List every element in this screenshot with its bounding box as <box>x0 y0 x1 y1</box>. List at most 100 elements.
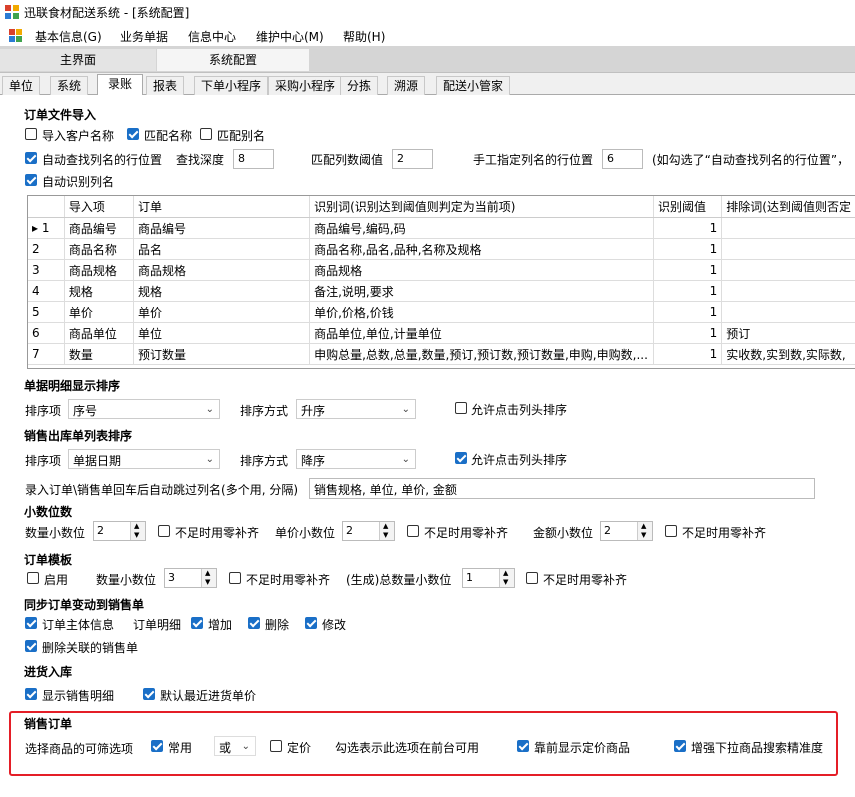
cell-exclude[interactable] <box>721 217 855 239</box>
menu-info-center[interactable]: 信息中心 <box>188 28 236 45</box>
cell-order[interactable]: 单位 <box>133 322 311 344</box>
stepper-up-icon[interactable]: ▲ <box>641 523 646 530</box>
tab-purchase-miniapp[interactable]: 采购小程序 <box>268 76 343 95</box>
sales-sort-mode-select[interactable]: 降序 ⌄ <box>296 449 416 469</box>
template-total-pad-checkbox[interactable] <box>526 572 538 584</box>
template-qty-pad-checkbox[interactable] <box>229 572 241 584</box>
tab-system[interactable]: 系统 <box>50 76 89 95</box>
cell-order[interactable]: 商品规格 <box>133 259 311 281</box>
sync-modify-checkbox[interactable] <box>305 617 317 629</box>
cell-import-item[interactable]: 商品规格 <box>64 259 135 281</box>
stepper-down-icon[interactable]: ▼ <box>641 532 646 539</box>
stepper-up-icon[interactable]: ▲ <box>383 523 388 530</box>
search-depth-input[interactable]: 8 <box>233 149 274 169</box>
detail-allow-header-checkbox[interactable] <box>455 402 467 414</box>
tab-entry[interactable]: 录账 <box>97 74 144 96</box>
match-alias-checkbox[interactable] <box>200 128 212 140</box>
qty-pad-zero-checkbox[interactable] <box>158 525 170 537</box>
auto-find-row-checkbox[interactable] <box>25 152 37 164</box>
grid-header-import-item[interactable]: 导入项 <box>64 196 135 218</box>
cell-import-item[interactable]: 商品单位 <box>64 322 135 344</box>
cell-keywords[interactable]: 申购总量,总数,总量,数量,预订,预订数,预订数量,申购,申购数,... <box>309 343 655 365</box>
cell-exclude[interactable] <box>721 280 855 302</box>
match-name-checkbox[interactable] <box>127 128 139 140</box>
stepper-up-icon[interactable]: ▲ <box>205 570 210 577</box>
sales-allow-header-checkbox[interactable] <box>455 452 467 464</box>
cell-exclude[interactable]: 实收数,实到数,实际数, <box>721 343 855 365</box>
cell-threshold[interactable]: 1 <box>653 217 723 239</box>
cell-exclude[interactable] <box>721 259 855 281</box>
cell-import-item[interactable]: 规格 <box>64 280 135 302</box>
cell-keywords[interactable]: 商品单位,单位,计量单位 <box>309 322 655 344</box>
amount-decimals-stepper[interactable]: 2 ▲ ▼ <box>600 521 653 541</box>
table-row[interactable]: 7 数量 预订数量 申购总量,总数,总量,数量,预订,预订数,预订数量,申购,申… <box>28 343 855 365</box>
menu-business-docs[interactable]: 业务单据 <box>120 28 168 45</box>
tab-order-miniapp[interactable]: 下单小程序 <box>194 76 269 95</box>
table-row[interactable]: 4 规格 规格 备注,说明,要求 1 <box>28 280 855 302</box>
cell-import-item[interactable]: 单价 <box>64 301 135 323</box>
cell-exclude[interactable] <box>721 238 855 260</box>
grid-header-exclude[interactable]: 排除词(达到阈值则否定 <box>721 196 855 218</box>
grid-header-threshold[interactable]: 识别阈值 <box>653 196 723 218</box>
tab-delivery-manager[interactable]: 配送小管家 <box>436 76 511 95</box>
cell-threshold[interactable]: 1 <box>653 259 723 281</box>
detail-sort-item-select[interactable]: 序号 ⌄ <box>68 399 220 419</box>
amount-pad-zero-checkbox[interactable] <box>665 525 677 537</box>
cell-order[interactable]: 预订数量 <box>133 343 311 365</box>
cell-keywords[interactable]: 商品编号,编码,码 <box>309 217 655 239</box>
sync-add-checkbox[interactable] <box>191 617 203 629</box>
auto-identify-checkbox[interactable] <box>25 174 37 186</box>
sales-sort-item-select[interactable]: 单据日期 ⌄ <box>68 449 220 469</box>
cell-order[interactable]: 规格 <box>133 280 311 302</box>
column-mapping-grid[interactable]: 导入项 订单 识别词(识别达到阈值则判定为当前项) 识别阈值 排除词(达到阈值则… <box>27 195 855 369</box>
stepper-down-icon[interactable]: ▼ <box>503 579 508 586</box>
grid-header-keywords[interactable]: 识别词(识别达到阈值则判定为当前项) <box>309 196 655 218</box>
cell-keywords[interactable]: 备注,说明,要求 <box>309 280 655 302</box>
cell-import-item[interactable]: 数量 <box>64 343 135 365</box>
template-qty-stepper[interactable]: 3 ▲ ▼ <box>164 568 217 588</box>
tab-report[interactable]: 报表 <box>146 76 185 95</box>
table-row[interactable]: ▸ 1 商品编号 商品编号 商品编号,编码,码 1 <box>28 217 855 239</box>
cell-exclude[interactable]: 预订 <box>721 322 855 344</box>
cell-keywords[interactable]: 商品名称,品名,品种,名称及规格 <box>309 238 655 260</box>
cell-threshold[interactable]: 1 <box>653 301 723 323</box>
stepper-up-icon[interactable]: ▲ <box>134 523 139 530</box>
manual-row-input[interactable]: 6 <box>602 149 643 169</box>
cell-order[interactable]: 商品编号 <box>133 217 311 239</box>
detail-sort-mode-select[interactable]: 升序 ⌄ <box>296 399 416 419</box>
cell-keywords[interactable]: 单价,价格,价钱 <box>309 301 655 323</box>
cell-order[interactable]: 单价 <box>133 301 311 323</box>
delete-linked-checkbox[interactable] <box>25 640 37 652</box>
tab-sorting[interactable]: 分拣 <box>340 76 379 95</box>
cell-threshold[interactable]: 1 <box>653 343 723 365</box>
tab-system-config[interactable]: 系统配置 <box>157 49 309 71</box>
match-threshold-input[interactable]: 2 <box>392 149 433 169</box>
sync-main-info-checkbox[interactable] <box>25 617 37 629</box>
cell-threshold[interactable]: 1 <box>653 238 723 260</box>
menu-help[interactable]: 帮助(H) <box>343 28 385 45</box>
cell-import-item[interactable]: 商品名称 <box>64 238 135 260</box>
cell-keywords[interactable]: 商品规格 <box>309 259 655 281</box>
tab-main[interactable]: 主界面 <box>0 49 156 71</box>
price-pad-zero-checkbox[interactable] <box>407 525 419 537</box>
template-total-stepper[interactable]: 1 ▲ ▼ <box>462 568 515 588</box>
table-row[interactable]: 5 单价 单价 单价,价格,价钱 1 <box>28 301 855 323</box>
stepper-up-icon[interactable]: ▲ <box>503 570 508 577</box>
app-menu-icon[interactable] <box>9 29 23 42</box>
auto-jump-input[interactable]: 销售规格, 单位, 单价, 金额 <box>309 478 815 499</box>
table-row[interactable]: 6 商品单位 单位 商品单位,单位,计量单位 1 预订 <box>28 322 855 344</box>
template-enable-checkbox[interactable] <box>27 572 39 584</box>
show-sales-detail-checkbox[interactable] <box>25 688 37 700</box>
menu-basic-info[interactable]: 基本信息(G) <box>35 28 102 45</box>
stepper-down-icon[interactable]: ▼ <box>205 579 210 586</box>
cell-order[interactable]: 品名 <box>133 238 311 260</box>
tab-trace[interactable]: 溯源 <box>387 76 426 95</box>
sync-delete-checkbox[interactable] <box>248 617 260 629</box>
import-customer-checkbox[interactable] <box>25 128 37 140</box>
cell-threshold[interactable]: 1 <box>653 322 723 344</box>
stepper-down-icon[interactable]: ▼ <box>383 532 388 539</box>
cell-threshold[interactable]: 1 <box>653 280 723 302</box>
menu-maintenance[interactable]: 维护中心(M) <box>256 28 324 45</box>
cell-exclude[interactable] <box>721 301 855 323</box>
grid-header-order[interactable]: 订单 <box>133 196 311 218</box>
